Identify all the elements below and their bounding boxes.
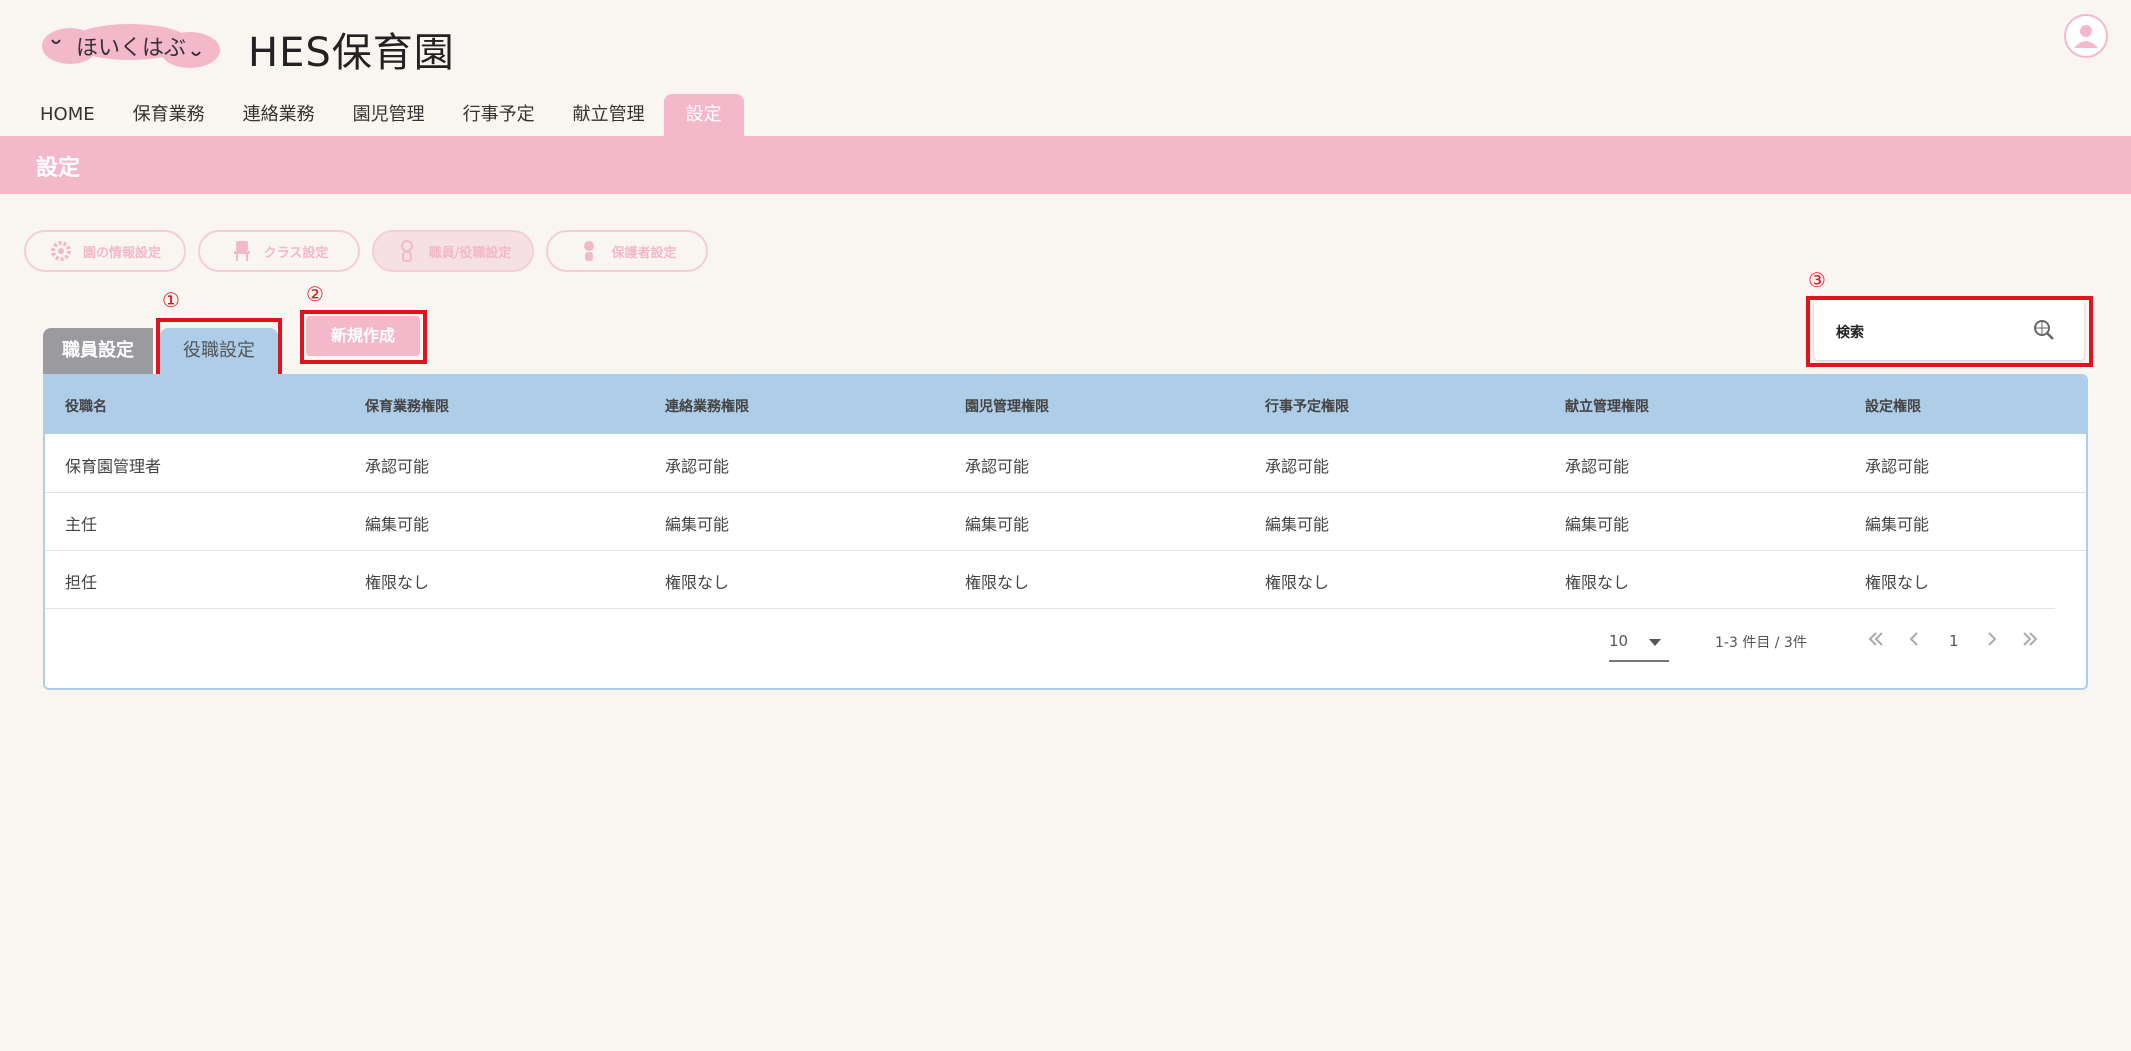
nav-children[interactable]: 園児管理 <box>334 94 444 136</box>
category-staff-role-button[interactable]: 職員/役職設定 <box>372 230 534 272</box>
table-cell: 承認可能 <box>665 457 730 476</box>
table-header: 役職名 保育業務権限 連絡業務権限 園児管理権限 行事予定権限 献立管理権限 設… <box>45 376 2086 434</box>
current-page: 1 <box>1949 632 1959 650</box>
user-icon <box>2074 25 2098 48</box>
gear-icon <box>50 241 71 261</box>
table-cell: 権限なし <box>1865 573 1930 592</box>
table-cell: 承認可能 <box>365 457 430 476</box>
table-cell: 編集可能 <box>1865 515 1930 534</box>
pagination-range: 1-3 件目 / 3件 <box>1715 635 1807 651</box>
table-cell: 権限なし <box>365 573 430 592</box>
table-cell: 編集可能 <box>1265 515 1330 534</box>
guardian-icon <box>584 241 595 261</box>
table-cell: 承認可能 <box>1565 457 1630 476</box>
column-header-menu[interactable]: 献立管理権限 <box>1565 396 1649 416</box>
table-row[interactable]: 保育園管理者 承認可能 承認可能 承認可能 承認可能 承認可能 承認可能 <box>45 434 2086 493</box>
column-header-events[interactable]: 行事予定権限 <box>1265 396 1349 416</box>
app-title: HES保育園 <box>248 30 455 76</box>
table-cell: 編集可能 <box>965 515 1030 534</box>
table-row[interactable]: 主任 編集可能 編集可能 編集可能 編集可能 編集可能 編集可能 <box>45 492 2086 551</box>
previous-page-icon[interactable] <box>1903 628 1925 650</box>
category-class-button[interactable]: クラス設定 <box>198 230 360 272</box>
column-header-children[interactable]: 園児管理権限 <box>965 396 1049 416</box>
annotation-box-2 <box>300 310 427 364</box>
annotation-box-3 <box>1806 296 2093 367</box>
nav-childcare[interactable]: 保育業務 <box>114 94 224 136</box>
annotation-box-1 <box>156 318 282 380</box>
annotation-mark-2: ② <box>306 282 324 306</box>
column-header-contact[interactable]: 連絡業務権限 <box>665 396 749 416</box>
table-cell: 編集可能 <box>1565 515 1630 534</box>
next-page-icon[interactable] <box>1981 628 2003 650</box>
table-cell: 権限なし <box>665 573 730 592</box>
table-cell: 権限なし <box>1265 573 1330 592</box>
category-label: 保護者設定 <box>611 245 677 261</box>
table-cell: 担任 <box>65 573 98 592</box>
logo-text: ほいくはぶ <box>76 36 187 61</box>
table-cell: 承認可能 <box>965 457 1030 476</box>
nav-events[interactable]: 行事予定 <box>444 94 554 136</box>
column-header-childcare[interactable]: 保育業務権限 <box>365 396 449 416</box>
staff-icon <box>400 240 413 262</box>
annotation-mark-1: ① <box>162 288 180 312</box>
table-cell: 編集可能 <box>365 515 430 534</box>
chevron-down-icon <box>1649 639 1661 646</box>
section-bar <box>0 136 2131 194</box>
per-page-select[interactable]: 10 <box>1609 632 1669 662</box>
table-cell: 承認可能 <box>1865 457 1930 476</box>
section-title: 設定 <box>36 156 81 181</box>
column-header-role[interactable]: 役職名 <box>65 396 107 416</box>
first-page-icon[interactable] <box>1865 628 1887 650</box>
table-cell: 権限なし <box>1565 573 1630 592</box>
category-guardian-button[interactable]: 保護者設定 <box>546 230 708 272</box>
category-label: 園の情報設定 <box>82 245 161 261</box>
category-label: クラス設定 <box>263 245 329 261</box>
main-nav: HOME 保育業務 連絡業務 園児管理 行事予定 献立管理 設定 <box>28 94 744 136</box>
chair-icon <box>233 241 250 261</box>
table-cell: 承認可能 <box>1265 457 1330 476</box>
category-school-info-button[interactable]: 園の情報設定 <box>24 230 186 272</box>
logo: ほいくはぶ <box>40 24 220 68</box>
table-cell: 権限なし <box>965 573 1030 592</box>
table-cell: 保育園管理者 <box>65 457 162 476</box>
nav-home[interactable]: HOME <box>28 94 114 136</box>
user-avatar-button[interactable] <box>2064 14 2108 58</box>
table-row[interactable]: 担任 権限なし 権限なし 権限なし 権限なし 権限なし 権限なし <box>45 550 2055 609</box>
nav-menu[interactable]: 献立管理 <box>554 94 664 136</box>
nav-contact[interactable]: 連絡業務 <box>224 94 334 136</box>
category-label: 職員/役職設定 <box>428 245 512 261</box>
role-table: 役職名 保育業務権限 連絡業務権限 園児管理権限 行事予定権限 献立管理権限 設… <box>43 374 2088 690</box>
table-cell: 編集可能 <box>665 515 730 534</box>
per-page-value: 10 <box>1609 632 1629 650</box>
annotation-mark-3: ③ <box>1808 268 1826 292</box>
table-cell: 主任 <box>65 515 98 534</box>
nav-settings[interactable]: 設定 <box>663 94 744 136</box>
column-header-settings[interactable]: 設定権限 <box>1865 396 1921 416</box>
last-page-icon[interactable] <box>2019 628 2041 650</box>
tab-staff-settings[interactable]: 職員設定 <box>43 328 153 374</box>
